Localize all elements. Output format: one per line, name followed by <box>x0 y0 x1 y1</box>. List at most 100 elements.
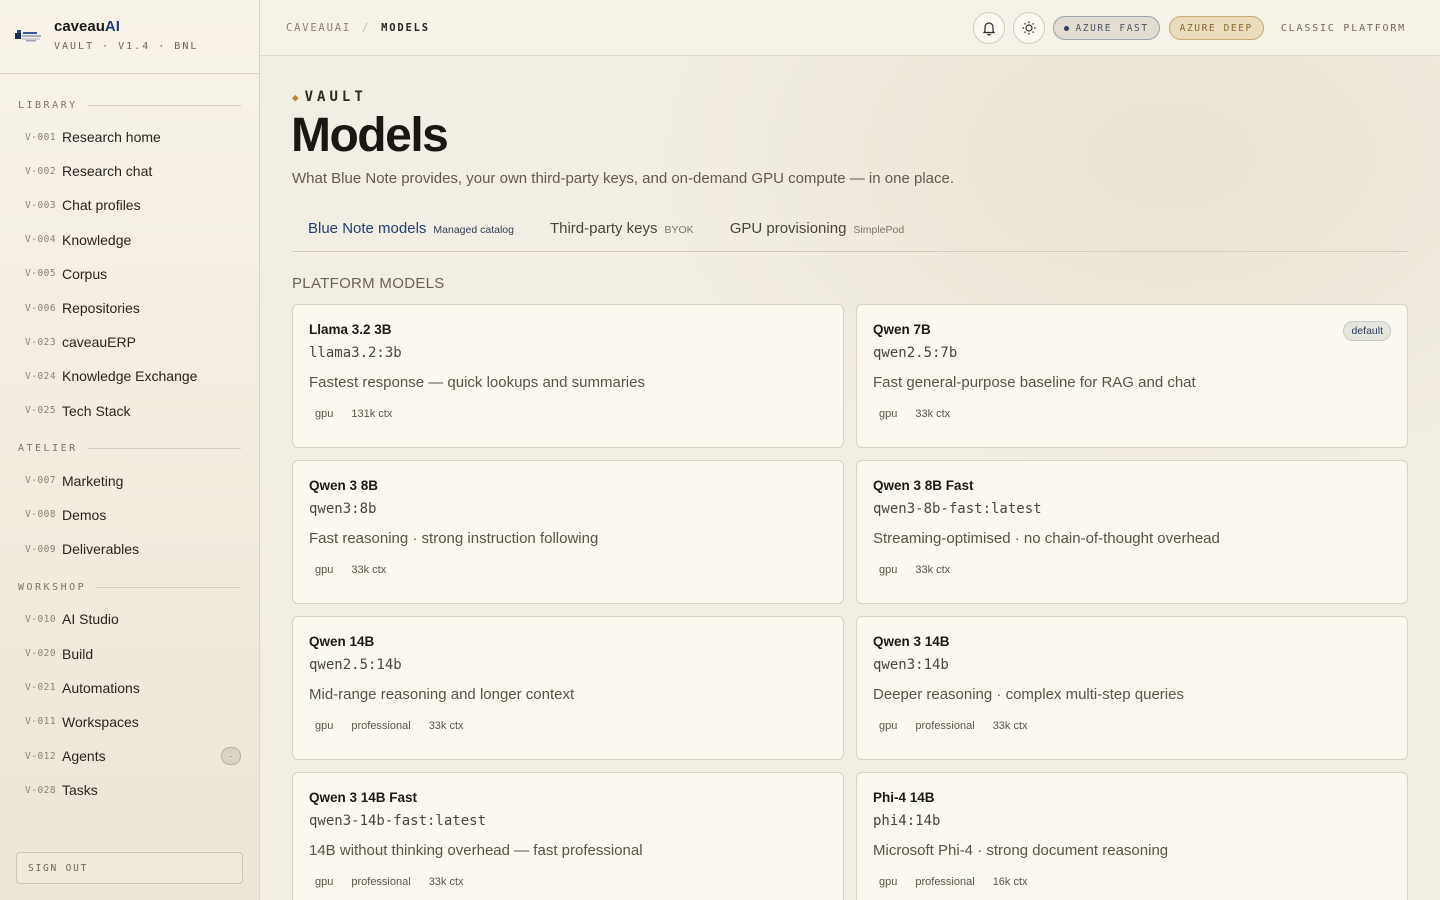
sidebar-item-demos[interactable]: V-008 Demos <box>0 498 259 532</box>
nav-item-code: V-004 <box>25 234 57 246</box>
model-tag: gpu <box>315 720 334 732</box>
model-tag: gpu <box>879 720 898 732</box>
sun-icon <box>1022 21 1036 35</box>
sign-out-button[interactable]: SIGN OUT <box>16 852 243 884</box>
nav-item-code: V-024 <box>25 370 57 382</box>
tab-third-party-keys[interactable]: Third-party keys BYOK <box>534 217 710 251</box>
model-tag: gpu <box>879 876 898 888</box>
model-tag: 33k ctx <box>351 564 387 576</box>
nav-item-label: Tech Stack <box>62 402 131 419</box>
section-divider <box>87 104 241 106</box>
nav-item-label: Knowledge <box>62 231 132 248</box>
theme-toggle-button[interactable] <box>1013 12 1046 44</box>
nav-section-title: ATELIER <box>18 443 78 455</box>
model-card[interactable]: Qwen 3 14B qwen3:14b Deeper reasoning · co… <box>856 616 1408 760</box>
model-card[interactable]: Llama 3.2 3B llama3.2:3b Fastest response … <box>292 304 844 448</box>
model-name: Qwen 3 14B <box>873 634 950 649</box>
model-id: qwen3:8b <box>309 501 377 517</box>
page-title: Models <box>291 109 449 162</box>
tab-blue-note-models[interactable]: Blue Note models Managed catalog <box>292 217 530 251</box>
nav-item-label: Repositories <box>62 300 140 317</box>
sidebar-item-deliverables[interactable]: V-009 Deliverables <box>0 532 259 566</box>
nav-item-code: V-021 <box>25 682 57 694</box>
classic-platform-link[interactable]: CLASSIC PLATFORM <box>1281 23 1406 34</box>
sidebar-item-tech-stack[interactable]: V-025 Tech Stack <box>0 394 259 428</box>
nav-section-header: ATELIER <box>0 442 259 456</box>
nav-item-label: Agents <box>62 748 106 765</box>
tab-label: Blue Note models <box>308 220 427 237</box>
model-name: Phi-4 14B <box>873 790 935 805</box>
model-tags: gpu 33k ctx <box>873 561 1391 579</box>
nav-item-label: Chat profiles <box>62 197 141 214</box>
bell-icon <box>983 22 996 36</box>
sidebar-item-build[interactable]: V-020 Build <box>0 636 259 670</box>
tab-bar: Blue Note models Managed catalog Third-par… <box>292 217 1408 252</box>
nav-section-atelier: ATELIER V-007 Marketing V-008 Demos V-009 Deli… <box>0 442 259 567</box>
nav-item-code: V-025 <box>25 405 57 417</box>
sidebar-item-knowledge[interactable]: V-004 Knowledge <box>0 223 259 257</box>
model-description: Streaming-optimised · no chain-of-though… <box>873 530 1220 547</box>
azure-deep-pill[interactable]: AZURE DEEP <box>1168 16 1264 40</box>
azure-fast-pill[interactable]: AZURE FAST <box>1053 16 1160 40</box>
nav-item-label: AI Studio <box>62 611 119 628</box>
nav-item-label: Corpus <box>62 265 108 282</box>
default-badge: default <box>1343 321 1391 341</box>
sidebar-item-repositories[interactable]: V-006 Repositories <box>0 291 259 325</box>
sidebar: caveauAI VAULT · V1.4 · BNL LIBRARY V-001… <box>0 0 260 900</box>
model-card[interactable]: Phi-4 14B phi4:14b Microsoft Phi-4 · stron… <box>856 772 1408 900</box>
nav-item-code: V-012 <box>25 750 57 762</box>
section-divider <box>96 586 241 588</box>
nav-item-code: V-007 <box>25 475 57 487</box>
tab-gpu-provisioning[interactable]: GPU provisioning SimplePod <box>714 217 921 251</box>
model-tags: gpu 33k ctx <box>873 405 1391 423</box>
nav-item-code: V-001 <box>25 131 57 143</box>
sidebar-item-knowledge-exchange[interactable]: V-024 Knowledge Exchange <box>0 359 259 393</box>
sidebar-item-research-chat[interactable]: V-002 Research chat <box>0 154 259 188</box>
model-card[interactable]: Qwen 3 8B Fast qwen3-8b-fast:latest Stream… <box>856 460 1408 604</box>
status-dot-icon <box>1064 25 1070 31</box>
nav-item-label: Knowledge Exchange <box>62 368 198 385</box>
nav-section-library: LIBRARY V-001 Research home V-002 Research c… <box>0 98 259 428</box>
model-card[interactable]: Qwen 14B qwen2.5:14b Mid-range reasoning a… <box>292 616 844 760</box>
model-tag: 131k ctx <box>351 408 393 420</box>
model-id: phi4:14b <box>873 813 941 829</box>
model-tag: professional <box>915 876 975 888</box>
nav-item-code: V-009 <box>25 543 57 555</box>
nav-section-header: LIBRARY <box>0 98 259 112</box>
sidebar-item-corpus[interactable]: V-005 Corpus <box>0 257 259 291</box>
tab-label: GPU provisioning <box>729 220 847 237</box>
nav-item-code: V-023 <box>25 336 57 348</box>
sidebar-item-marketing[interactable]: V-007 Marketing <box>0 464 259 498</box>
model-description: 14B without thinking overhead — fast pro… <box>309 842 643 859</box>
sidebar-item-caveauerp[interactable]: V-023 caveauERP <box>0 325 259 359</box>
sidebar-item-agents[interactable]: V-012 Agents · <box>0 739 259 773</box>
nav-item-code: V-006 <box>25 302 57 314</box>
model-id: qwen3-8b-fast:latest <box>873 501 1042 517</box>
sidebar-item-tasks[interactable]: V-028 Tasks <box>0 773 259 807</box>
model-tags: gpu professional 33k ctx <box>873 717 1391 735</box>
bluenote-logo <box>15 29 41 41</box>
nav-item-code: V-005 <box>25 268 57 280</box>
sidebar-item-automations[interactable]: V-021 Automations <box>0 671 259 705</box>
nav-item-label: caveauERP <box>62 334 136 351</box>
nav-item-label: Research chat <box>62 163 153 180</box>
model-tag: 33k ctx <box>428 876 464 888</box>
sidebar-item-ai-studio[interactable]: V-010 AI Studio <box>0 602 259 636</box>
model-tags: gpu 33k ctx <box>309 561 827 579</box>
nav-item-label: Build <box>62 645 94 662</box>
model-card[interactable]: Qwen 3 14B Fast qwen3-14b-fast:latest 14B … <box>292 772 844 900</box>
breadcrumb-root[interactable]: CAVEAUAI <box>286 22 351 34</box>
model-tag: gpu <box>315 876 334 888</box>
model-card[interactable]: Qwen 3 8B qwen3:8b Fast reasoning · strong… <box>292 460 844 604</box>
brand-header[interactable]: caveauAI VAULT · V1.4 · BNL <box>0 0 259 74</box>
model-name: Qwen 3 8B <box>309 478 379 493</box>
model-tag: 33k ctx <box>992 720 1028 732</box>
nav-item-label: Marketing <box>62 472 124 489</box>
model-description: Fast reasoning · strong instruction foll… <box>309 530 599 547</box>
sidebar-item-workspaces[interactable]: V-011 Workspaces <box>0 705 259 739</box>
model-card[interactable]: Qwen 7B qwen2.5:7b Fast general-purpose ba… <box>856 304 1408 448</box>
notifications-button[interactable] <box>973 12 1006 44</box>
sidebar-item-research-home[interactable]: V-001 Research home <box>0 120 259 154</box>
model-tag: 33k ctx <box>428 720 464 732</box>
sidebar-item-chat-profiles[interactable]: V-003 Chat profiles <box>0 188 259 222</box>
